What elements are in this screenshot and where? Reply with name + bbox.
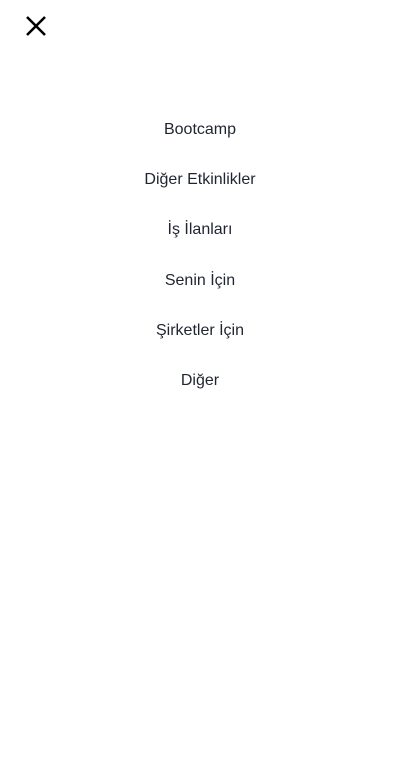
menu-item-diger-etkinlikler[interactable]: Diğer Etkinlikler bbox=[0, 155, 400, 205]
menu-item-sirketler-icin[interactable]: Şirketler İçin bbox=[0, 306, 400, 356]
main-menu: Bootcamp Diğer Etkinlikler İş İlanları S… bbox=[0, 105, 400, 406]
menu-item-senin-icin[interactable]: Senin İçin bbox=[0, 256, 400, 306]
menu-item-bootcamp[interactable]: Bootcamp bbox=[0, 105, 400, 155]
menu-item-is-ilanlari[interactable]: İş İlanları bbox=[0, 205, 400, 255]
close-button[interactable] bbox=[22, 12, 50, 40]
close-icon bbox=[26, 16, 46, 36]
menu-item-diger[interactable]: Diğer bbox=[0, 356, 400, 406]
